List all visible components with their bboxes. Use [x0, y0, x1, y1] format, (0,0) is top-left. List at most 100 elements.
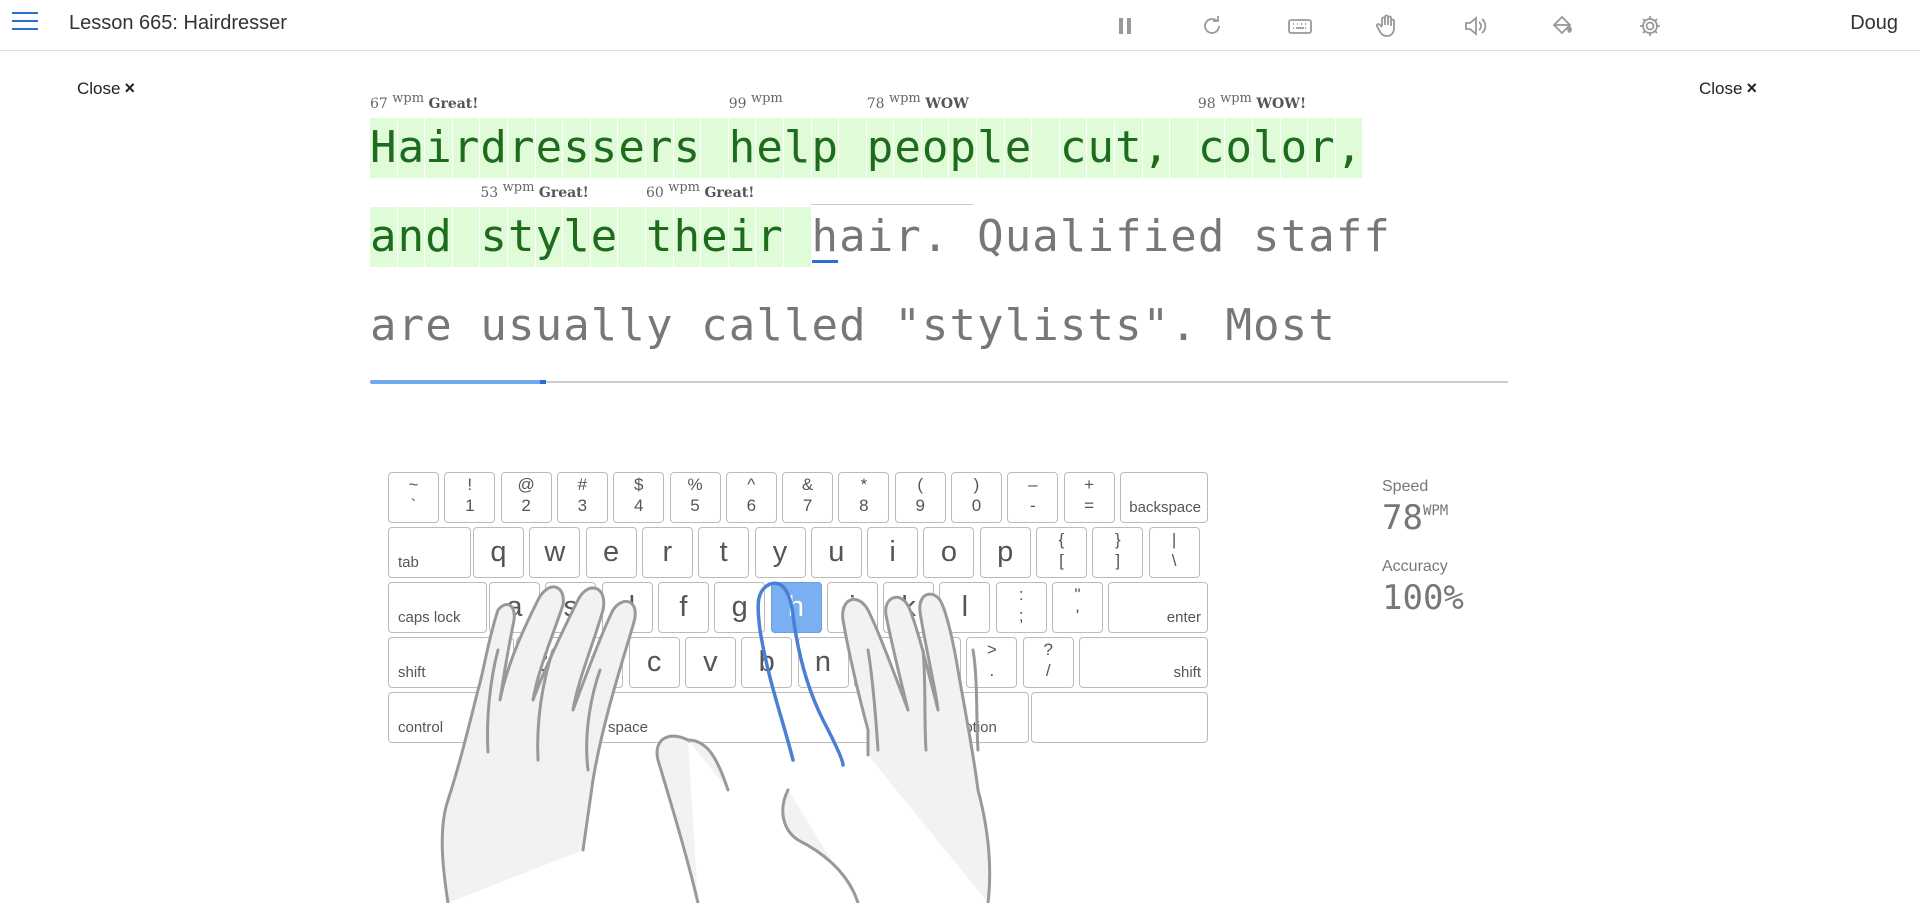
key-label: v — [703, 646, 718, 678]
keyboard-icon[interactable] — [1287, 13, 1313, 39]
key-0: ) 0 — [951, 472, 1002, 523]
character: t — [1087, 300, 1114, 351]
character: s — [563, 118, 590, 178]
key-space: space — [598, 692, 944, 743]
key-label: q — [490, 536, 507, 568]
character: t — [1308, 300, 1335, 351]
character — [1032, 118, 1059, 178]
key-6: ^ 6 — [725, 472, 777, 523]
key-label: h — [787, 591, 805, 623]
paint-bucket-icon[interactable] — [1549, 13, 1575, 39]
character — [1170, 118, 1197, 178]
key-upper-label: ( — [917, 475, 924, 494]
character: s — [1280, 300, 1308, 351]
key-label: shift — [1173, 664, 1201, 681]
key-j: j — [826, 582, 878, 633]
character: , — [1142, 118, 1170, 178]
typing-area[interactable]: Hairdressers 67 wpm Great! help 99 wpm peo… — [370, 91, 1510, 388]
character: h — [728, 118, 756, 178]
typing-cursor — [811, 260, 838, 263]
key-option-right: option — [946, 692, 1029, 743]
key-label: space — [608, 719, 649, 736]
key-label: c — [646, 646, 662, 678]
key-5: % 5 — [669, 472, 721, 523]
word: Hairdressers 67 wpm Great! — [370, 91, 729, 178]
close-button-right[interactable]: Close × — [1699, 78, 1757, 99]
key-upper-label: < — [930, 640, 941, 659]
key-upper-label: ) — [973, 475, 980, 494]
key-upper-label: @ — [517, 475, 535, 494]
word: color, 98 wpm WOW! — [1197, 91, 1364, 178]
user-name[interactable]: Doug — [1850, 12, 1898, 35]
key-lower-label: 8 — [859, 496, 869, 515]
character: r — [452, 118, 480, 178]
character: i — [1032, 300, 1059, 351]
character: e — [701, 207, 728, 267]
character — [453, 296, 480, 356]
key-label: o — [940, 536, 957, 568]
key-upper-label: ? — [1043, 640, 1053, 659]
key--: – - — [1007, 472, 1059, 523]
key-i: i — [867, 527, 919, 578]
key-label: t — [719, 536, 728, 568]
close-icon: × — [1746, 78, 1757, 98]
character: " — [1142, 300, 1170, 351]
progress-bar — [370, 380, 547, 384]
key-upper-label: # — [577, 475, 588, 494]
word: and — [370, 207, 480, 267]
key-p: p — [979, 527, 1031, 578]
key-lower-label: 3 — [577, 496, 588, 515]
character: i — [728, 207, 756, 267]
key-comma: <, — [910, 637, 962, 688]
character: s — [590, 118, 618, 178]
restart-icon[interactable] — [1199, 13, 1225, 39]
character: t — [645, 207, 673, 267]
key-label: a — [506, 591, 523, 623]
character: l — [590, 300, 618, 351]
character: y — [977, 300, 1004, 351]
character: s — [673, 118, 701, 178]
key-lower-label: 9 — [915, 496, 925, 515]
character: d — [839, 300, 866, 351]
key-upper-label: ~ — [408, 475, 419, 494]
character: e — [811, 300, 839, 351]
character: . — [921, 211, 949, 262]
key-upper-label: ! — [467, 475, 473, 494]
key-upper-label: + — [1084, 475, 1095, 494]
character: h — [673, 207, 701, 267]
character — [674, 296, 701, 356]
key-3: #3 — [556, 472, 608, 523]
key-h: h — [770, 582, 822, 633]
character: l — [1059, 211, 1087, 262]
character: h — [811, 211, 839, 262]
word: called — [701, 296, 894, 356]
character: s — [1059, 300, 1087, 351]
hand-icon[interactable] — [1374, 13, 1400, 39]
character: e — [535, 118, 563, 178]
key-lower-label: 4 — [633, 496, 644, 515]
character: e — [1170, 211, 1197, 262]
character: f — [1335, 211, 1363, 262]
character — [867, 296, 894, 356]
close-button-left[interactable]: Close × — [77, 78, 135, 99]
key-label: z — [534, 646, 549, 678]
key-d: d — [601, 582, 653, 633]
key-q: q — [473, 527, 524, 578]
sound-icon[interactable] — [1462, 13, 1488, 39]
key-label: control — [398, 719, 444, 736]
pause-icon[interactable] — [1112, 13, 1138, 39]
key-lower-label: 2 — [521, 496, 531, 515]
character: e — [425, 300, 452, 351]
character: o — [1280, 118, 1308, 178]
key-[: {[ — [1036, 527, 1087, 578]
key-c: c — [628, 637, 680, 688]
key-l: l — [939, 582, 991, 633]
character: t — [507, 207, 535, 267]
character: e — [894, 118, 921, 178]
gear-icon[interactable] — [1637, 13, 1663, 39]
character: f — [1363, 211, 1390, 262]
character: l — [977, 118, 1004, 178]
key-upper-label: } — [1114, 530, 1121, 549]
menu-icon[interactable] — [12, 12, 38, 34]
character: u — [1004, 211, 1032, 262]
